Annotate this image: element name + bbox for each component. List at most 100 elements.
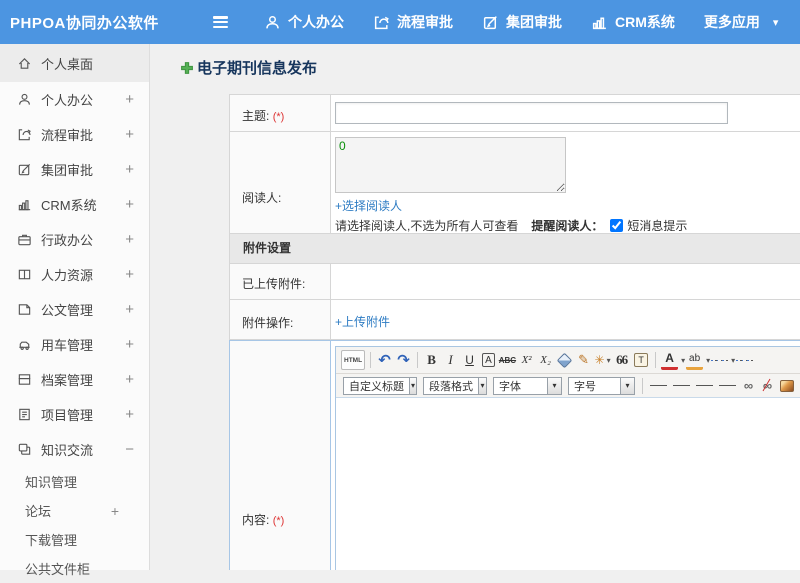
- attachment-section-header: 附件设置: [229, 233, 800, 263]
- select-label: 字体: [494, 378, 547, 394]
- upload-attachment-link[interactable]: +上传附件: [335, 315, 390, 329]
- sidebar-item-document-management[interactable]: 公文管理 +: [0, 292, 149, 327]
- expand-plus-icon[interactable]: +: [125, 371, 134, 388]
- undo-button[interactable]: ↶: [376, 350, 393, 370]
- expand-plus-icon[interactable]: +: [125, 336, 134, 353]
- sidebar-item-human-resources[interactable]: 人力资源 +: [0, 257, 149, 292]
- font-size-select[interactable]: 字号 ▾: [568, 377, 635, 395]
- sidebar-subitem-public-file-cabinet[interactable]: 公共文件柜: [0, 554, 149, 583]
- chart-icon: [17, 197, 32, 212]
- readers-value-cell: 0 +选择阅读人 请选择阅读人,不选为所有人可查看 提醒阅读人： 短消息提示: [331, 132, 800, 233]
- expand-plus-icon[interactable]: +: [125, 161, 134, 178]
- editor-content-area[interactable]: [336, 398, 800, 570]
- nav-workflow-approval[interactable]: 流程审批: [373, 12, 453, 32]
- sidebar-item-label: 行政办公: [41, 230, 93, 249]
- redo-button[interactable]: ↷: [395, 350, 412, 370]
- nav-more-apps[interactable]: 更多应用: [704, 12, 760, 32]
- align-left-icon[interactable]: [650, 380, 667, 391]
- nav-crm-system[interactable]: CRM系统: [591, 12, 675, 32]
- attachment-op-value-cell: +上传附件: [331, 300, 800, 339]
- top-nav: 个人办公 流程审批 集团审批 CRM系统 更多应用 ▾: [264, 12, 778, 32]
- italic-button[interactable]: I: [442, 350, 459, 370]
- sidebar-item-label: 知识交流: [41, 440, 93, 459]
- format-brush-icon[interactable]: ✎: [575, 350, 592, 370]
- subject-value-cell: [331, 95, 800, 131]
- sidebar-item-workflow-approval[interactable]: 流程审批 +: [0, 117, 149, 152]
- strikethrough-button[interactable]: ABC: [499, 350, 516, 370]
- car-icon: [17, 337, 32, 352]
- sidebar-item-group-approval[interactable]: 集团审批 +: [0, 152, 149, 187]
- paste-as-text-icon[interactable]: T: [634, 353, 648, 367]
- superscript-button[interactable]: X²: [518, 350, 535, 370]
- content-label: 内容:: [242, 513, 269, 527]
- sidebar-subitem-knowledge-management[interactable]: 知识管理: [0, 467, 149, 496]
- nav-personal-office[interactable]: 个人办公: [264, 12, 344, 32]
- custom-title-select[interactable]: 自定义标题 ▾: [343, 377, 417, 395]
- sidebar-item-personal-desktop[interactable]: 个人桌面: [0, 44, 149, 82]
- readers-textarea[interactable]: 0: [335, 137, 566, 193]
- readers-note: 请选择阅读人,不选为所有人可查看: [335, 217, 518, 234]
- attachment-op-label: 附件操作:: [242, 316, 293, 330]
- subject-label-cell: 主题: (*): [230, 95, 331, 131]
- unordered-list-icon[interactable]: [736, 355, 753, 366]
- chevron-down-icon: ▾: [478, 378, 486, 394]
- sidebar-subitem-download-management[interactable]: 下载管理: [0, 525, 149, 554]
- subject-input[interactable]: [335, 102, 728, 124]
- align-right-icon[interactable]: [696, 380, 713, 391]
- blockquote-button[interactable]: 66: [613, 350, 630, 370]
- expand-plus-icon[interactable]: +: [125, 196, 134, 213]
- nav-group-approval[interactable]: 集团审批: [482, 12, 562, 32]
- expand-plus-icon[interactable]: +: [125, 301, 134, 318]
- font-family-select[interactable]: 字体 ▾: [493, 377, 562, 395]
- sidebar-item-crm-system[interactable]: CRM系统 +: [0, 187, 149, 222]
- bold-button[interactable]: B: [423, 350, 440, 370]
- chevron-down-icon: ▾: [547, 378, 561, 394]
- remove-link-icon[interactable]: ∞: [759, 376, 776, 396]
- sms-label: 短消息提示: [627, 217, 687, 234]
- attachment-operation-row: 附件操作: +上传附件: [229, 299, 800, 340]
- font-style-button[interactable]: A: [482, 353, 495, 367]
- font-color-button[interactable]: A: [661, 350, 678, 370]
- sidebar-item-label: 个人办公: [41, 90, 93, 109]
- eraser-icon[interactable]: [557, 352, 573, 368]
- sidebar-subitem-forum[interactable]: 论坛 +: [0, 496, 149, 525]
- align-justify-icon[interactable]: [719, 380, 736, 391]
- paragraph-format-select[interactable]: 段落格式 ▾: [423, 377, 487, 395]
- sidebar-item-knowledge-exchange[interactable]: 知识交流 −: [0, 432, 149, 467]
- expand-plus-icon[interactable]: +: [125, 266, 134, 283]
- auto-typeset-icon[interactable]: ✳▾: [594, 350, 611, 370]
- select-label: 自定义标题: [344, 378, 409, 394]
- collapse-minus-icon[interactable]: −: [125, 441, 134, 458]
- subscript-button[interactable]: X₂: [537, 350, 554, 370]
- chevron-down-icon[interactable]: ▾: [681, 356, 685, 365]
- expand-plus-icon[interactable]: +: [125, 91, 134, 108]
- remind-readers-label: 提醒阅读人：: [531, 217, 603, 234]
- expand-plus-icon[interactable]: +: [125, 231, 134, 248]
- expand-plus-icon[interactable]: +: [125, 406, 134, 423]
- rich-text-editor: HTML ↶ ↷ B I U A ABC X² X₂ ✎: [335, 346, 800, 570]
- hamburger-menu-icon[interactable]: [213, 16, 228, 28]
- sidebar-item-vehicle-management[interactable]: 用车管理 +: [0, 327, 149, 362]
- insert-image-icon[interactable]: [780, 380, 794, 392]
- sms-checkbox[interactable]: [610, 219, 623, 232]
- chevron-down-icon[interactable]: ▾: [773, 16, 779, 29]
- highlight-color-button[interactable]: ab: [686, 350, 703, 370]
- chevron-down-icon[interactable]: ▾: [706, 356, 710, 365]
- chevron-down-icon[interactable]: ▾: [731, 356, 735, 365]
- expand-plus-icon[interactable]: +: [125, 126, 134, 143]
- select-readers-link[interactable]: +选择阅读人: [335, 197, 800, 214]
- book-icon: [17, 267, 32, 282]
- sidebar-item-personal-office[interactable]: 个人办公 +: [0, 82, 149, 117]
- insert-link-icon[interactable]: ∞: [740, 376, 757, 396]
- expand-plus-icon[interactable]: +: [111, 503, 119, 519]
- underline-button[interactable]: U: [461, 350, 478, 370]
- nav-label: 更多应用: [704, 12, 760, 32]
- source-code-button[interactable]: HTML: [341, 350, 365, 370]
- ordered-list-icon[interactable]: [711, 355, 728, 366]
- sidebar-item-admin-office[interactable]: 行政办公 +: [0, 222, 149, 257]
- sidebar-item-label: 个人桌面: [41, 54, 93, 73]
- sidebar-item-archive-management[interactable]: 档案管理 +: [0, 362, 149, 397]
- align-center-icon[interactable]: [673, 380, 690, 391]
- sidebar-item-project-management[interactable]: 项目管理 +: [0, 397, 149, 432]
- required-mark: (*): [273, 111, 285, 123]
